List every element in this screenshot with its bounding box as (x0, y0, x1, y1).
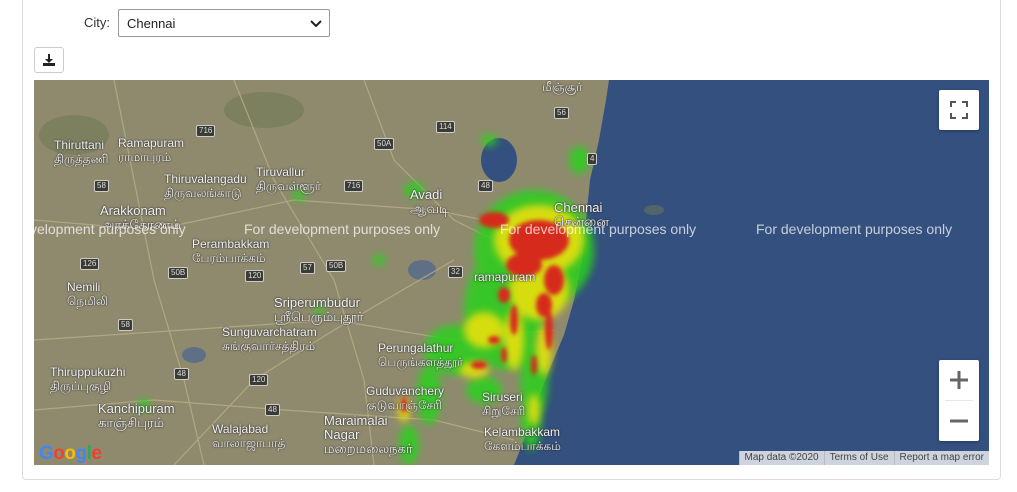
svg-text:Google: Google (39, 443, 101, 464)
google-logo: Google (39, 440, 109, 465)
highway-shield: 126 (80, 258, 100, 270)
place-label-perambakkam: Perambakkam பேரம்பாக்கம் (192, 237, 270, 265)
highway-shield: 48 (265, 404, 280, 416)
highway-shield: 50B (168, 267, 189, 279)
highway-shield: 120 (245, 270, 265, 282)
plus-icon (950, 371, 968, 389)
highway-shield: 716 (196, 125, 216, 137)
fullscreen-button[interactable] (939, 90, 979, 130)
dev-watermark: For development purposes only (756, 221, 953, 237)
map-data-text: Map data ©2020 (738, 451, 824, 465)
place-label-kelambakkam: Kelambakkam கேளம்பாக்கம் (484, 425, 561, 453)
highway-shield: 57 (300, 262, 315, 274)
place-label-guduvanchery: Guduvanchery குடுவாஞ்சேரி (366, 384, 445, 412)
city-select-value: Chennai (127, 15, 176, 31)
highway-shield: 56 (554, 107, 569, 119)
highway-shield: 58 (94, 180, 109, 192)
highway-shield: 716 (344, 180, 364, 192)
heatmap-map[interactable]: 716 114 56 50A 58 716 48 4 126 50B 57 50… (34, 80, 989, 465)
place-label-siruseri: Siruseri சிறுசேரி (482, 390, 526, 418)
place-label-ramapuram: Ramapuram ராமாபுரம் (118, 136, 185, 164)
place-label-minjur: மீஞ்சூர் (542, 80, 583, 94)
report-error-link[interactable]: Report a map error (893, 451, 989, 465)
city-select[interactable]: Chennai (118, 9, 330, 37)
city-label: City: (84, 15, 110, 30)
highway-shield: 4 (587, 153, 598, 165)
place-label-ramapuram2: ramapuram (474, 270, 536, 284)
place-label-maraimalai: Maraimalai Nagar மறைமலைநகர் (324, 413, 413, 456)
place-label-nemili: Nemili நெமிலி (67, 280, 109, 308)
dev-watermark: velopment purposes only (34, 221, 186, 237)
highway-shield: 48 (478, 180, 493, 192)
highway-shield: 58 (118, 319, 133, 331)
place-label-tiruvallur: Tiruvallur திருவள்ளூர் (256, 165, 321, 193)
highway-shield: 48 (174, 368, 189, 380)
terms-link[interactable]: Terms of Use (823, 451, 894, 465)
chevron-down-icon (310, 20, 322, 28)
place-label-sriperumbudur: Sriperumbudur ஸ்ரீபெரும்புதூர் (274, 295, 364, 324)
dev-watermark: For development purposes only (244, 221, 441, 237)
place-label-thiruttani: Thiruttani திருத்தணி (54, 138, 109, 166)
dev-watermark: For development purposes only (500, 221, 697, 237)
map-attribution: Map data ©2020 Terms of Use Report a map… (738, 451, 989, 465)
place-label-avadi: Avadi ஆவடி (410, 187, 450, 216)
zoom-in-button[interactable] (939, 360, 979, 400)
place-label-perungalathur: Perungalathur பெருங்களத்தூர் (378, 341, 464, 369)
highway-shield: 114 (436, 121, 455, 133)
place-label-thiruvalangadu: Thiruvalangadu திருவலங்காடு (164, 172, 247, 200)
place-label-thiruppukuzhi: Thiruppukuzhi திருப்புகுழி (50, 365, 126, 393)
download-icon (43, 54, 55, 66)
zoom-control (939, 360, 979, 441)
highway-shield: 50A (374, 138, 395, 150)
highway-shield: 120 (249, 374, 269, 386)
zoom-out-button[interactable] (939, 401, 979, 441)
highway-shield: 50B (326, 260, 347, 272)
highway-shield: 32 (448, 266, 463, 278)
place-label-sunguvarchatram: Sunguvarchatram சுங்குவார்சத்திரம் (222, 325, 317, 353)
download-button[interactable] (34, 47, 64, 73)
place-label-kanchipuram: Kanchipuram காஞ்சிபுரம் (98, 401, 175, 430)
fullscreen-icon (950, 101, 968, 119)
place-label-walajabad: Walajabad வாலாஜாபாத் (212, 422, 286, 450)
minus-icon (950, 419, 968, 423)
